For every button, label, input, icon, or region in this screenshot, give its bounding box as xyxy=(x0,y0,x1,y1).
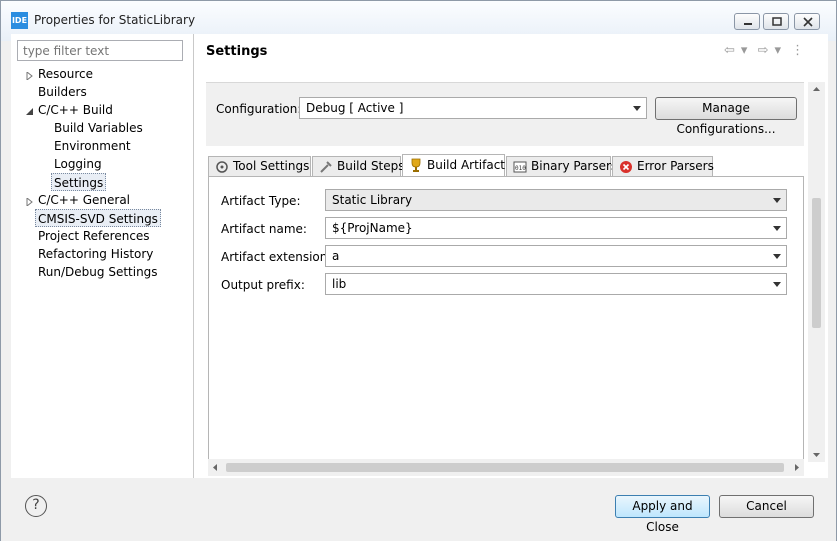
chevron-down-icon xyxy=(633,106,641,111)
page-navigation: ⇦ ▾ ⇨ ▾ ⋮ xyxy=(724,43,810,58)
tab-binary-parsers[interactable]: 010 Binary Parsers xyxy=(506,156,617,176)
tree-item-cpp-build[interactable]: C/C++ Build xyxy=(38,101,113,119)
apply-and-close-button[interactable]: Apply and Close xyxy=(615,495,710,534)
page-title: Settings xyxy=(206,44,268,59)
properties-dialog: IDE Properties for StaticLibrary Resourc… xyxy=(0,0,837,541)
ide-app-icon: IDE xyxy=(11,12,28,29)
scroll-left-icon[interactable] xyxy=(210,459,220,476)
error-icon xyxy=(620,161,632,173)
tree-item-build-variables[interactable]: Build Variables xyxy=(54,119,143,137)
tree-item-project-references[interactable]: Project References xyxy=(38,227,150,245)
back-menu-icon[interactable]: ▾ xyxy=(741,43,748,58)
view-menu-icon[interactable]: ⋮ xyxy=(791,43,804,58)
chevron-down-icon[interactable] xyxy=(773,254,781,259)
tab-build-steps[interactable]: Build Steps xyxy=(312,156,405,176)
tree-item-cpp-general[interactable]: C/C++ General xyxy=(38,191,130,209)
artifact-type-select[interactable]: Static Library xyxy=(325,189,787,211)
minimize-icon xyxy=(744,23,752,25)
output-prefix-combo[interactable]: lib xyxy=(325,273,787,295)
forward-menu-icon[interactable]: ▾ xyxy=(774,43,781,58)
binary-parsers-icon: 010 xyxy=(513,161,527,173)
trophy-icon xyxy=(411,158,421,172)
tree-item-environment[interactable]: Environment xyxy=(54,137,131,155)
filter-input[interactable] xyxy=(17,40,183,61)
tree-item-cmsis-svd-settings[interactable]: CMSIS-SVD Settings xyxy=(35,209,161,227)
artifact-name-combo[interactable]: ${ProjName} xyxy=(325,217,787,239)
minimize-button[interactable] xyxy=(734,13,760,30)
scroll-up-icon[interactable] xyxy=(808,84,825,94)
build-artifact-panel: Artifact Type: Static Library Artifact n… xyxy=(208,176,804,462)
build-steps-icon xyxy=(320,161,332,173)
cancel-button[interactable]: Cancel xyxy=(719,495,814,518)
tree-item-refactoring-history[interactable]: Refactoring History xyxy=(38,245,153,263)
forward-arrow-icon[interactable]: ⇨ xyxy=(758,43,769,58)
configuration-value: Debug [ Active ] xyxy=(306,101,404,115)
dialog-footer: ? Apply and Close Cancel xyxy=(1,479,836,541)
chevron-down-icon[interactable] xyxy=(773,282,781,287)
configuration-label: Configuration: xyxy=(216,102,302,116)
configuration-section: Configuration: Debug [ Active ] Manage C… xyxy=(206,82,804,146)
tree-item-logging[interactable]: Logging xyxy=(54,155,102,173)
artifact-name-label: Artifact name: xyxy=(221,222,307,236)
artifact-type-label: Artifact Type: xyxy=(221,194,301,208)
tab-build-artifact[interactable]: Build Artifact xyxy=(402,154,505,177)
tab-error-parsers[interactable]: Error Parsers xyxy=(612,156,714,176)
close-icon xyxy=(803,17,813,27)
tab-tool-settings[interactable]: Tool Settings xyxy=(208,156,311,176)
vertical-scroll-thumb[interactable] xyxy=(812,198,821,328)
horizontal-scroll-thumb[interactable] xyxy=(226,463,784,472)
scroll-down-icon[interactable] xyxy=(808,450,825,460)
configuration-select[interactable]: Debug [ Active ] xyxy=(299,97,647,119)
manage-configurations-button[interactable]: Manage Configurations... xyxy=(655,97,797,136)
svg-text:010: 010 xyxy=(515,165,526,172)
tree-item-run-debug-settings[interactable]: Run/Debug Settings xyxy=(38,263,158,281)
vertical-scrollbar[interactable] xyxy=(808,82,825,462)
back-arrow-icon[interactable]: ⇦ xyxy=(724,43,735,58)
scroll-right-icon[interactable] xyxy=(792,459,802,476)
expand-arrow-icon[interactable] xyxy=(26,72,34,80)
window-title: Properties for StaticLibrary xyxy=(34,13,196,27)
help-icon[interactable]: ? xyxy=(25,495,47,517)
collapse-arrow-icon[interactable] xyxy=(26,108,34,116)
artifact-extension-label: Artifact extension: xyxy=(221,250,332,264)
maximize-button[interactable] xyxy=(763,13,789,30)
tree-item-settings[interactable]: Settings xyxy=(51,173,107,191)
preference-tree-panel: Resource Builders C/C++ Build Build Vari… xyxy=(11,34,193,478)
maximize-icon xyxy=(772,17,782,26)
tool-settings-icon xyxy=(216,161,228,173)
expand-arrow-icon[interactable] xyxy=(26,198,34,206)
artifact-extension-combo[interactable]: a xyxy=(325,245,787,267)
output-prefix-label: Output prefix: xyxy=(221,278,305,292)
chevron-down-icon[interactable] xyxy=(773,226,781,231)
close-button[interactable] xyxy=(794,13,820,30)
tree-item-builders[interactable]: Builders xyxy=(38,83,87,101)
settings-page: Settings ⇦ ▾ ⇨ ▾ ⋮ Configuration: Debug [ … xyxy=(194,34,828,478)
horizontal-scrollbar[interactable] xyxy=(208,459,804,476)
tree-item-resource[interactable]: Resource xyxy=(38,65,93,83)
chevron-down-icon xyxy=(773,198,781,203)
